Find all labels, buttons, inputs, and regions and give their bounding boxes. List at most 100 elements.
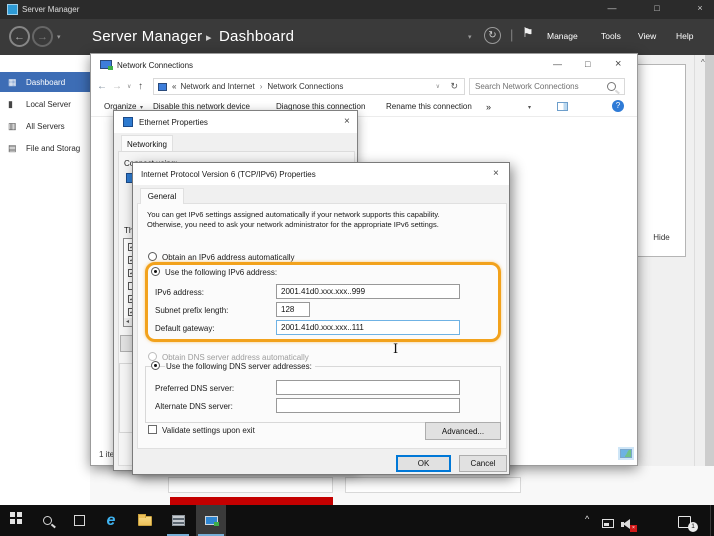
ipv6-properties-dialog: Internet Protocol Version 6 (TCP/IPv6) P… [132,162,510,475]
dashboard-tile-outline [168,477,333,493]
scroll-left-icon[interactable]: ◂ [126,318,129,325]
window-title: Server Manager [22,5,79,14]
show-desktop-divider[interactable] [710,505,711,536]
search-icon[interactable] [607,82,616,91]
notification-badge[interactable]: 1 [688,522,698,532]
subnet-prefix-input[interactable]: 128 [276,302,310,317]
menu-help[interactable]: Help [676,31,693,41]
network-connections-taskbar-icon[interactable] [196,505,226,536]
taskbar-search-icon[interactable] [32,505,62,536]
tray-chevron-icon[interactable]: ^ [585,514,589,524]
menu-tools[interactable]: Tools [601,31,621,41]
address-dropdown-icon[interactable]: ∨ [436,83,440,90]
scrollbar-thumb[interactable] [705,55,714,505]
hide-link[interactable]: Hide [638,233,685,242]
tab-general[interactable]: General [140,188,184,204]
explorer-minimize-button[interactable]: — [553,59,562,69]
desktop: Server Manager — □ × ← → ▾ Server Manage… [0,0,714,536]
dashboard-tile-outline [345,477,521,493]
breadcrumb-arrow-icon: ▸ [206,31,212,44]
start-button[interactable] [0,505,30,536]
ipv6-dialog-title: Internet Protocol Version 6 (TCP/IPv6) P… [141,170,316,179]
thumbnail-view-toggle-icon[interactable] [620,449,632,458]
explorer-maximize-button[interactable]: □ [585,59,590,69]
minimize-button[interactable]: — [602,3,622,13]
cancel-button[interactable]: Cancel [459,455,507,472]
explorer-back-icon[interactable]: ← [97,81,107,92]
explorer-up-icon[interactable]: ↑ [138,81,143,92]
explorer-history-chevron-icon[interactable]: ∨ [127,83,131,90]
tray-volume-muted-icon[interactable]: × [621,519,634,530]
toolbar-rename-connection[interactable]: Rename this connection [386,102,472,111]
explorer-close-button[interactable]: × [615,58,621,70]
preferred-dns-input[interactable] [276,380,460,395]
validate-label: Validate settings upon exit [162,426,255,435]
address-bar[interactable]: « Network and Internet › Network Connect… [153,78,465,95]
server-manager-header: ← → ▾ Server Manager ▸ Dashboard ▾ ↻ | ⚑… [0,19,714,55]
file-storage-icon: ▤ [8,143,20,154]
server-manager-app-icon [7,4,18,15]
explorer-forward-icon[interactable]: → [112,81,122,92]
tray-network-icon[interactable] [602,519,614,528]
task-view-icon[interactable] [64,505,94,536]
back-button[interactable]: ← [9,26,30,47]
alternate-dns-label: Alternate DNS server: [155,402,233,411]
separator: | [510,27,513,42]
ok-button[interactable]: OK [396,455,451,472]
file-explorer-icon[interactable] [130,505,160,536]
ethernet-dialog-title: Ethernet Properties [139,118,208,127]
validate-checkbox[interactable] [148,425,157,434]
ipv6-intro-line2: Otherwise, you need to ask your network … [147,220,439,229]
refresh-icon[interactable]: ↻ [484,27,501,44]
address-prefix[interactable]: « [172,82,176,91]
ipv6-close-icon[interactable]: × [493,168,499,179]
manageability-alert-bar [170,497,333,505]
obtain-dns-auto-radio [148,352,157,361]
toolbar-more-chevron[interactable]: » [486,102,491,112]
search-placeholder: Search Network Connections [475,82,579,91]
advanced-button[interactable]: Advanced... [425,422,501,440]
server-manager-taskbar-icon[interactable] [163,505,193,536]
breadcrumb-network-and-internet[interactable]: Network and Internet [180,82,254,91]
view-caret-icon[interactable]: ▾ [528,104,531,111]
subnet-prefix-label: Subnet prefix length: [155,306,228,315]
explorer-window-title: Network Connections [117,61,193,70]
help-icon[interactable]: ? [612,100,624,112]
refresh-caret-icon[interactable]: ▾ [468,33,472,41]
alternate-dns-input[interactable] [276,398,460,413]
dashboard-scrollbar[interactable]: ^ [694,55,714,505]
window-titlebar: Server Manager — □ × [0,0,714,19]
close-button[interactable]: × [690,3,710,13]
ipv6-address-input[interactable]: 2001.41d0.xxx.xxx..999 [276,284,460,299]
address-refresh-icon[interactable]: ↻ [450,81,458,92]
default-gateway-input[interactable]: 2001.41d0.xxx.xxx..111 [276,320,460,335]
breadcrumb-network-connections[interactable]: Network Connections [267,82,343,91]
dashboard-tile: Hide [637,64,686,257]
use-following-dns-radio[interactable] [151,361,160,370]
preview-pane-icon[interactable] [557,102,568,111]
internet-explorer-icon[interactable]: e [96,505,126,536]
breadcrumb-app[interactable]: Server Manager [92,28,202,45]
address-location-icon [158,83,167,91]
local-server-icon: ▮ [8,99,20,110]
menu-view[interactable]: View [638,31,656,41]
use-following-ipv6-radio[interactable] [151,267,160,276]
nav-history-caret-icon[interactable]: ▾ [57,33,61,41]
obtain-ipv6-auto-radio[interactable] [148,252,157,261]
breadcrumb-page: Dashboard [219,28,294,45]
notifications-flag-icon[interactable]: ⚑ [522,25,534,41]
all-servers-icon: ▥ [8,121,20,132]
default-gateway-label: Default gateway: [155,324,215,333]
search-input[interactable]: Search Network Connections [469,78,625,95]
text-cursor: I [393,342,398,357]
adapter-icon [123,117,133,127]
forward-button[interactable]: → [32,26,53,47]
ipv6-address-label: IPv6 address: [155,288,204,297]
menu-manage[interactable]: Manage [547,31,578,41]
ethernet-close-icon[interactable]: × [344,116,350,127]
taskbar: e ^ × 1 [0,505,714,536]
tab-networking[interactable]: Networking [121,135,173,152]
ipv6-intro-line1: You can get IPv6 settings assigned autom… [147,210,440,219]
preferred-dns-label: Preferred DNS server: [155,384,234,393]
restore-button[interactable]: □ [647,3,667,13]
